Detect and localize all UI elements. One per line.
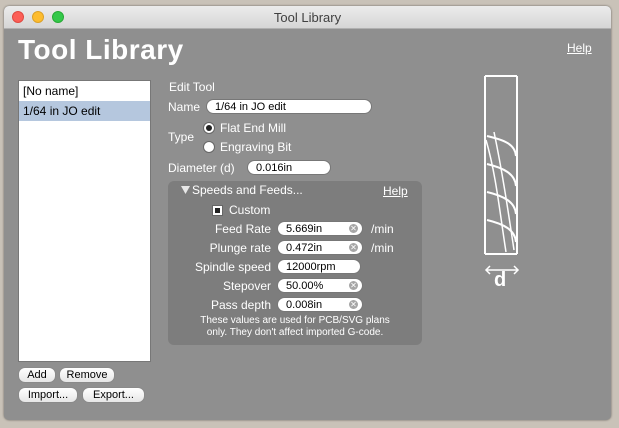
- flat-end-mill-label: Flat End Mill: [220, 121, 287, 135]
- spindle-speed-input[interactable]: 12000rpm: [277, 259, 361, 274]
- diameter-label: Diameter (d): [168, 161, 235, 175]
- disclosure-triangle-icon[interactable]: [181, 186, 190, 194]
- add-button[interactable]: Add: [18, 367, 56, 383]
- speeds-feeds-panel: Speeds and Feeds... Help Custom Feed Rat…: [168, 181, 422, 345]
- clear-icon[interactable]: ✕: [349, 300, 358, 309]
- flat-end-mill-radio[interactable]: [203, 122, 215, 134]
- stepover-value: 50.00%: [286, 280, 324, 292]
- clear-icon[interactable]: ✕: [349, 243, 358, 252]
- tool-library-window: Tool Library Tool Library Help [No name]…: [4, 6, 611, 420]
- plunge-rate-input[interactable]: 0.472in ✕: [277, 240, 363, 255]
- end-mill-diagram: [484, 75, 520, 275]
- pass-depth-value: 0.008in: [286, 299, 323, 311]
- feed-rate-input[interactable]: 5.669in ✕: [277, 221, 363, 236]
- tool-list[interactable]: [No name] 1/64 in JO edit: [18, 80, 151, 362]
- feed-rate-unit: /min: [371, 222, 394, 236]
- page-title: Tool Library: [18, 34, 184, 65]
- title-bar: Tool Library: [4, 6, 611, 29]
- speeds-help-link[interactable]: Help: [383, 184, 408, 198]
- clear-icon[interactable]: ✕: [349, 281, 358, 290]
- name-input[interactable]: 1/64 in JO edit: [206, 99, 372, 114]
- window-title: Tool Library: [273, 10, 342, 25]
- speeds-note-line2: only. They don't affect imported G-code.: [206, 327, 384, 338]
- import-button[interactable]: Import...: [18, 387, 78, 403]
- pass-depth-input[interactable]: 0.008in ✕: [277, 297, 363, 312]
- clear-icon[interactable]: ✕: [349, 224, 358, 233]
- export-button[interactable]: Export...: [82, 387, 145, 403]
- name-label: Name: [168, 100, 201, 114]
- stepover-input[interactable]: 50.00% ✕: [277, 278, 363, 293]
- engraving-bit-radio[interactable]: [203, 141, 215, 153]
- custom-label: Custom: [229, 203, 271, 217]
- speeds-feeds-heading[interactable]: Speeds and Feeds...: [192, 183, 303, 197]
- pass-depth-label: Pass depth: [210, 298, 271, 312]
- custom-checkbox[interactable]: [212, 205, 223, 216]
- help-link[interactable]: Help: [567, 41, 592, 55]
- spindle-speed-label: Spindle speed: [194, 260, 271, 274]
- diameter-input[interactable]: 0.016in: [247, 160, 331, 175]
- list-item[interactable]: [No name]: [19, 81, 150, 101]
- edit-tool-heading: Edit Tool: [169, 80, 215, 94]
- stepover-label: Stepover: [222, 279, 271, 293]
- speeds-note-line1: These values are used for PCB/SVG plans: [200, 315, 390, 326]
- plunge-rate-label: Plunge rate: [209, 241, 271, 255]
- feed-rate-label: Feed Rate: [214, 222, 271, 236]
- remove-button[interactable]: Remove: [59, 367, 115, 383]
- feed-rate-value: 5.669in: [286, 223, 323, 235]
- plunge-rate-unit: /min: [371, 241, 394, 255]
- list-item-selected[interactable]: 1/64 in JO edit: [19, 101, 150, 121]
- diameter-dimension-label: d: [494, 269, 507, 291]
- engraving-bit-label: Engraving Bit: [220, 140, 292, 154]
- plunge-rate-value: 0.472in: [286, 242, 323, 254]
- type-label: Type: [168, 130, 195, 144]
